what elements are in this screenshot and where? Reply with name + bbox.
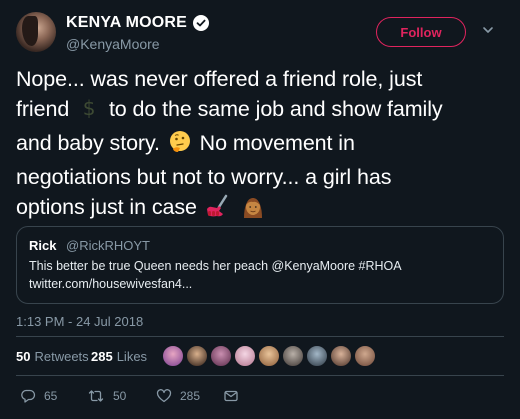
liker-avatar[interactable]	[354, 345, 376, 367]
quoted-tweet-text: This better be true Queen needs her peac…	[29, 257, 489, 293]
money-bag-icon: $	[77, 96, 101, 128]
reply-button[interactable]: 65	[20, 388, 57, 404]
svg-text:$: $	[83, 96, 96, 120]
retweet-icon	[87, 388, 105, 404]
retweets-stat[interactable]: 50 Retweets	[16, 349, 89, 364]
chevron-down-icon[interactable]	[481, 23, 495, 37]
divider	[16, 375, 504, 376]
retweets-label: Retweets	[34, 349, 89, 364]
quoted-tweet-handle: @RickRHOYT	[66, 238, 150, 253]
tweet-line: and baby story. No movement in	[16, 128, 504, 162]
tweet-text: Nope... was never offered a friend role,…	[16, 64, 504, 226]
display-name-text: KENYA MOORE	[66, 14, 188, 31]
liker-avatar[interactable]	[234, 345, 256, 367]
quoted-tweet-name: Rick	[29, 238, 57, 253]
tweet-line: options just in case	[16, 192, 504, 226]
user-handle[interactable]: @KenyaMoore	[66, 36, 160, 52]
likes-stat[interactable]: 285 Likes	[91, 349, 147, 364]
liker-avatar[interactable]	[306, 345, 328, 367]
woman-icon	[241, 194, 265, 226]
liker-avatar[interactable]	[258, 345, 280, 367]
tweet-line: Nope... was never offered a friend role,…	[16, 67, 423, 91]
verified-badge-icon	[193, 15, 210, 31]
follow-button[interactable]: Follow	[376, 17, 466, 47]
likes-count: 285	[91, 349, 113, 364]
divider	[16, 336, 504, 337]
quoted-tweet-body: This better be true Queen needs her peac…	[29, 259, 402, 273]
reply-icon	[20, 388, 36, 404]
timestamp[interactable]: 1:13 PM - 24 Jul 2018	[16, 314, 143, 329]
reply-count: 65	[44, 389, 58, 403]
tweet-line: negotiations but not to worry... a girl …	[16, 165, 392, 189]
retweet-button[interactable]: 50	[87, 388, 126, 404]
avatar[interactable]	[16, 12, 56, 52]
like-count: 285	[180, 389, 201, 403]
like-button[interactable]: 285	[156, 388, 200, 404]
thinking-face-icon	[168, 130, 192, 162]
liker-avatar[interactable]	[282, 345, 304, 367]
nail-polish-icon	[205, 194, 231, 226]
mail-icon	[223, 388, 239, 404]
liker-avatar[interactable]	[186, 345, 208, 367]
liker-avatar[interactable]	[210, 345, 232, 367]
tweet-card: KENYA MOORE @KenyaMoore Follow Nope... w…	[0, 0, 520, 419]
tweet-line: friend $ to do the same job and show fam…	[16, 94, 504, 128]
likes-label: Likes	[116, 349, 148, 364]
retweets-count: 50	[16, 349, 31, 364]
display-name[interactable]: KENYA MOORE	[66, 14, 210, 32]
quoted-tweet-link[interactable]: twitter.com/housewivesfan4...	[29, 275, 489, 293]
quoted-tweet[interactable]: Rick @RickRHOYT This better be true Quee…	[16, 226, 504, 304]
liker-avatar[interactable]	[162, 345, 184, 367]
retweet-count: 50	[113, 389, 127, 403]
liker-avatar[interactable]	[330, 345, 352, 367]
heart-icon	[156, 388, 172, 404]
direct-message-button[interactable]	[223, 388, 239, 404]
